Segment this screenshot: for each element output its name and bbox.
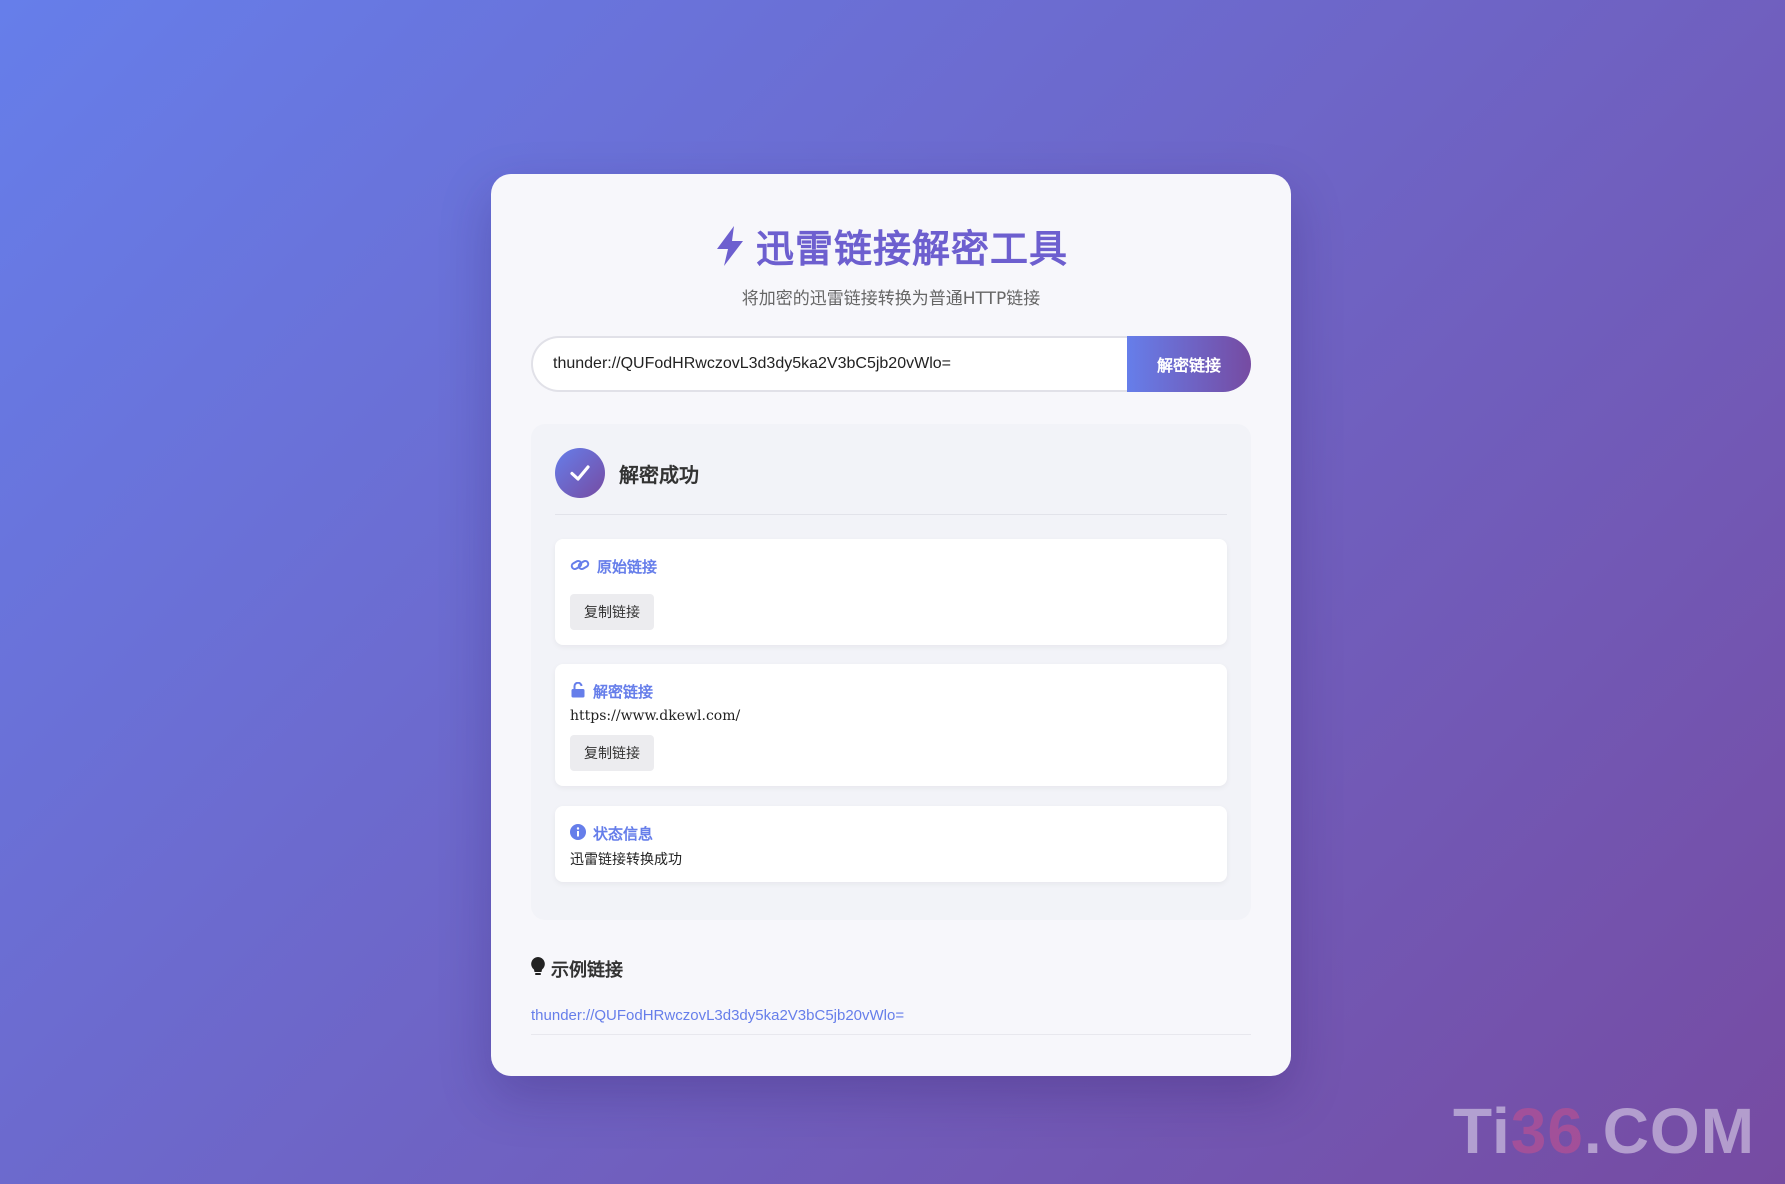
decrypt-card: 迅雷链接解密工具 将加密的迅雷链接转换为普通HTTP链接 解密链接 解密成功 — [491, 174, 1291, 1076]
result-panel: 解密成功 原始链接 复制链接 解密链接 https://www.dkewl.co… — [531, 424, 1251, 920]
original-link-item: 原始链接 复制链接 — [555, 539, 1227, 645]
decrypted-link-item: 解密链接 https://www.dkewl.com/ 复制链接 — [555, 664, 1227, 786]
decrypted-link-label: 解密链接 — [593, 683, 654, 701]
decrypt-button[interactable]: 解密链接 — [1127, 336, 1251, 392]
decrypted-link-header: 解密链接 — [570, 681, 653, 702]
success-check-icon — [555, 448, 605, 498]
status-header: 状态信息 — [570, 823, 653, 844]
input-row: 解密链接 — [531, 336, 1251, 392]
page-subtitle: 将加密的迅雷链接转换为普通HTTP链接 — [741, 289, 1041, 309]
status-value: 迅雷链接转换成功 — [570, 852, 682, 868]
watermark-logo: Ti36.COM — [1453, 1095, 1755, 1167]
link-icon — [570, 557, 590, 577]
examples-title: 示例链接 — [531, 956, 623, 982]
status-item: 状态信息 迅雷链接转换成功 — [555, 806, 1227, 882]
info-icon — [570, 823, 586, 844]
title-row: 迅雷链接解密工具 — [491, 218, 1291, 273]
decrypted-link-value: https://www.dkewl.com/ — [570, 708, 741, 724]
lightbulb-icon — [531, 956, 545, 982]
original-link-label: 原始链接 — [597, 558, 658, 576]
result-header: 解密成功 — [555, 444, 1227, 515]
unlock-icon — [570, 681, 586, 702]
example-link[interactable]: thunder://QUFodHRwczovL3d3dy5ka2V3bC5jb2… — [531, 1007, 1251, 1035]
bolt-icon — [714, 225, 746, 266]
examples-label: 示例链接 — [551, 960, 623, 981]
copy-original-button[interactable]: 复制链接 — [570, 594, 654, 630]
result-title: 解密成功 — [619, 462, 699, 487]
original-link-header: 原始链接 — [570, 556, 657, 577]
thunder-url-input[interactable] — [531, 336, 1127, 392]
copy-decrypted-button[interactable]: 复制链接 — [570, 735, 654, 771]
status-label: 状态信息 — [593, 825, 654, 843]
page-title: 迅雷链接解密工具 — [755, 227, 1068, 271]
